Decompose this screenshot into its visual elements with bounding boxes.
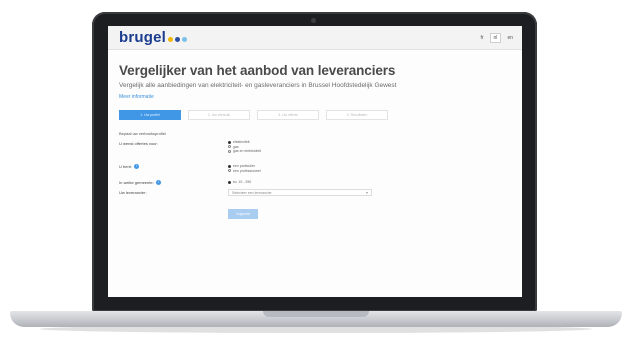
supplier-question: Uw leverancier: (119, 190, 147, 195)
energy-question: U wenst offertes voor: (119, 141, 158, 146)
supplier-select[interactable]: Selecteer een leverancier ▾ (228, 189, 372, 196)
main-content: Vergelijker van het aanbod van leveranci… (108, 50, 522, 241)
postcode-field[interactable]: bv. 10 - 250 (228, 180, 251, 185)
radio-icon (228, 140, 231, 144)
step-1[interactable]: 1. Uw profiel (119, 110, 181, 120)
radio-icon (228, 180, 231, 184)
step-3[interactable]: 3. Uw offerte (257, 110, 319, 120)
energy-option-both[interactable]: gas en elektriciteit (228, 149, 261, 154)
step-2[interactable]: 2. Uw verbruik (188, 110, 250, 120)
logo-dot-blue (175, 36, 181, 42)
laptop-notch (263, 311, 369, 317)
form-heading: Bepaal uw verbruiksprofiel (119, 131, 166, 136)
step-indicator: 1. Uw profiel 2. Uw verbruik 3. Uw offer… (119, 110, 511, 120)
energy-options: elektriciteit gas gas en elektriciteit (228, 140, 261, 154)
you-option-professional[interactable]: een professioneel (228, 169, 261, 174)
logo-dot-light-blue (182, 36, 188, 42)
chevron-down-icon: ▾ (365, 190, 368, 195)
you-question: U bent: i (119, 164, 139, 170)
lang-en[interactable]: en (504, 34, 516, 42)
you-options: een particulier een professioneel (228, 164, 261, 173)
option-label: gas (233, 144, 239, 149)
more-info-link[interactable]: Meer informatie (119, 94, 511, 100)
laptop-base (10, 311, 622, 327)
postcode-question-label: In welke gemeente: (119, 180, 154, 185)
info-icon[interactable]: i (155, 180, 161, 186)
you-question-label: U bent: (119, 164, 132, 169)
header-tools: fr nl en (477, 32, 516, 43)
logo-dot-yellow (168, 36, 174, 42)
postcode-value: bv. 10 - 250 (233, 180, 252, 185)
next-button[interactable]: Volgende (228, 209, 258, 219)
site-header: brugel fr nl en (108, 26, 522, 50)
radio-icon (228, 145, 231, 149)
profile-form: Bepaal uw verbruiksprofiel U wenst offer… (119, 131, 511, 241)
option-label: gas en elektriciteit (233, 149, 262, 154)
radio-icon (228, 169, 231, 173)
page-subtitle: Vergelijk alle aanbiedingen van elektric… (119, 82, 397, 89)
screen: brugel fr nl en Vergelijker van het aanb… (108, 26, 522, 297)
camera-icon (311, 18, 316, 23)
radio-icon (228, 149, 231, 153)
option-label: een particulier (233, 164, 255, 169)
postcode-question: In welke gemeente: i (119, 180, 161, 186)
supplier-select-value: Selecteer een leverancier (232, 190, 272, 195)
lang-fr[interactable]: fr (477, 34, 486, 42)
page-title: Vergelijker van het aanbod van leveranci… (119, 63, 396, 78)
lang-nl[interactable]: nl (489, 32, 502, 43)
option-label: een professioneel (233, 168, 261, 173)
radio-icon (228, 164, 231, 168)
step-4[interactable]: 4. Resultaten (326, 110, 388, 120)
logo-text: brugel (119, 29, 167, 46)
brugel-logo[interactable]: brugel (119, 29, 188, 46)
option-label: elektriciteit (233, 140, 250, 145)
info-icon[interactable]: i (133, 164, 139, 170)
